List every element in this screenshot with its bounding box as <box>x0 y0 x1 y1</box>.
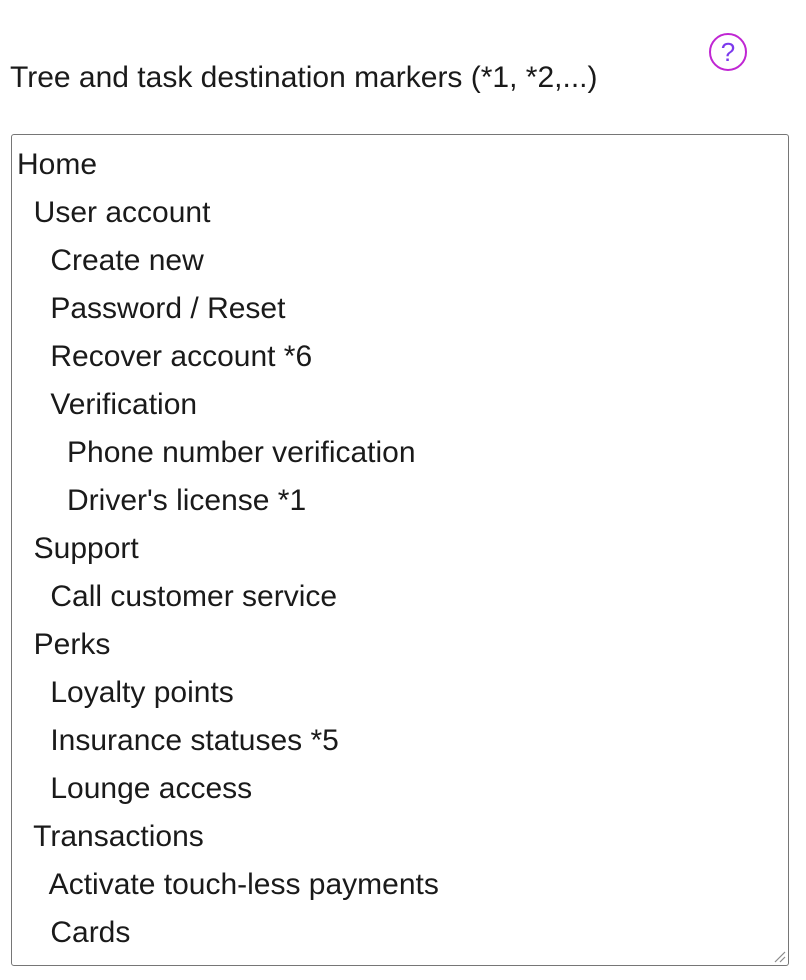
tree-textarea[interactable]: Home User account Create new Password / … <box>11 134 789 966</box>
help-icon[interactable]: ? <box>709 33 747 71</box>
tree-line: Perks <box>17 628 111 661</box>
tree-content: Home User account Create new Password / … <box>17 141 788 957</box>
tree-line: Insurance statuses *5 <box>17 724 339 757</box>
tree-line: Activate touch-less payments <box>17 868 439 901</box>
tree-line: Transactions <box>17 820 204 853</box>
tree-line: Phone number verification <box>17 436 416 469</box>
resize-grip-icon[interactable] <box>772 949 786 963</box>
field-label: Tree and task destination markers (*1, *… <box>10 61 598 94</box>
tree-line: Recover account *6 <box>17 340 313 373</box>
tree-line: Home <box>17 148 98 181</box>
tree-line: Verification <box>17 388 198 421</box>
tree-line: User account <box>17 196 211 229</box>
tree-line: Password / Reset <box>17 292 286 325</box>
tree-line: Create new <box>17 244 204 277</box>
tree-line: Driver's license *1 <box>17 484 307 517</box>
tree-line: Cards <box>17 916 131 949</box>
tree-line: Lounge access <box>17 772 253 805</box>
tree-line: Support <box>17 532 139 565</box>
tree-line: Call customer service <box>17 580 338 613</box>
tree-line: Loyalty points <box>17 676 234 709</box>
